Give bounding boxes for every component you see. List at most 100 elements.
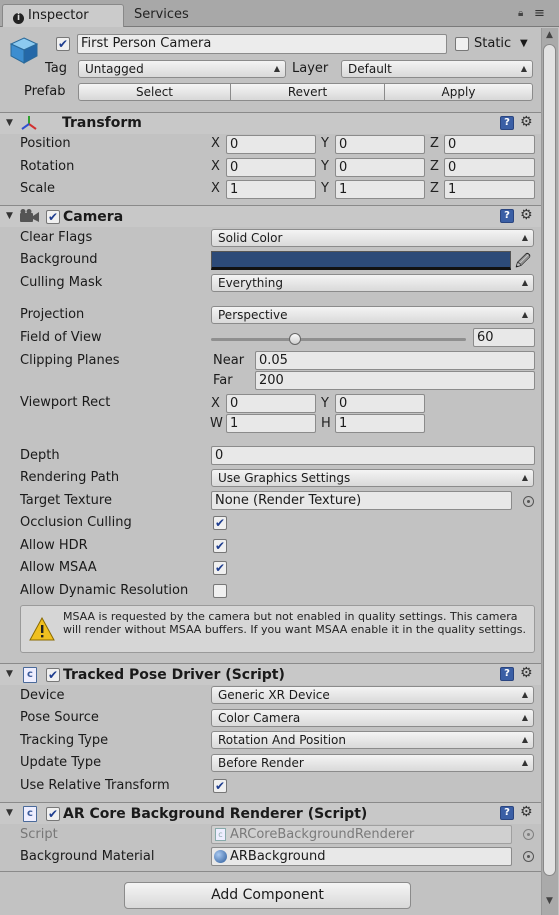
gear-icon[interactable]: ⚙ xyxy=(520,805,533,819)
scale-x-field[interactable]: 1 xyxy=(226,180,316,199)
update-type-label: Update Type xyxy=(20,755,102,770)
gear-icon[interactable]: ⚙ xyxy=(520,208,533,222)
far-label: Far xyxy=(213,373,233,388)
dropdown-arrow-icon: ▲ xyxy=(273,64,280,73)
camera-title: Camera xyxy=(63,209,124,225)
gear-icon[interactable]: ⚙ xyxy=(520,666,533,680)
script-field: ARCoreBackgroundRenderer xyxy=(211,825,512,844)
background-label: Background xyxy=(20,252,98,267)
fold-arrow-icon[interactable]: ▼ xyxy=(6,808,13,818)
gear-icon[interactable]: ⚙ xyxy=(520,115,533,129)
occlusion-culling-label: Occlusion Culling xyxy=(20,515,132,530)
dropdown-arrow-icon: ▲ xyxy=(521,690,528,699)
arcore-enabled-checkbox[interactable]: ✔ xyxy=(46,807,60,821)
allow-msaa-label: Allow MSAA xyxy=(20,560,97,575)
allow-dynamic-resolution-checkbox[interactable] xyxy=(213,584,227,598)
active-checkbox[interactable]: ✔ xyxy=(56,37,70,51)
lock-icon[interactable]: 🔒︎ xyxy=(518,8,523,19)
allow-hdr-checkbox[interactable]: ✔ xyxy=(213,539,227,553)
culling-mask-dropdown[interactable]: Everything ▲ xyxy=(211,274,534,292)
x-axis-label: X xyxy=(211,181,220,196)
far-field[interactable]: 200 xyxy=(255,371,535,390)
use-relative-transform-checkbox[interactable]: ✔ xyxy=(213,779,227,793)
layer-dropdown[interactable]: Default ▲ xyxy=(341,60,533,78)
pose-source-value: Color Camera xyxy=(218,711,301,725)
menu-icon[interactable]: ≡ xyxy=(534,6,545,21)
tracked-pose-enabled-checkbox[interactable]: ✔ xyxy=(46,668,60,682)
use-relative-transform-label: Use Relative Transform xyxy=(20,778,170,793)
viewport-x-label: X xyxy=(211,396,220,411)
rendering-path-dropdown[interactable]: Use Graphics Settings ▲ xyxy=(211,469,534,487)
dropdown-arrow-icon: ▲ xyxy=(521,310,528,319)
tag-dropdown[interactable]: Untagged ▲ xyxy=(78,60,286,78)
object-picker-icon xyxy=(523,829,534,840)
position-z-field[interactable]: 0 xyxy=(444,135,535,154)
transform-title: Transform xyxy=(62,115,142,131)
tab-services[interactable]: Services xyxy=(134,4,189,27)
allow-msaa-checkbox[interactable]: ✔ xyxy=(213,561,227,575)
tab-inspector[interactable]: i Inspector xyxy=(2,4,124,27)
pose-source-label: Pose Source xyxy=(20,710,99,725)
clear-flags-label: Clear Flags xyxy=(20,230,93,245)
help-icon[interactable]: ? xyxy=(500,116,514,130)
viewport-y-field[interactable]: 0 xyxy=(335,394,425,413)
clear-flags-dropdown[interactable]: Solid Color ▲ xyxy=(211,229,534,247)
viewport-h-label: H xyxy=(321,416,331,431)
background-material-field[interactable]: ARBackground xyxy=(211,847,512,866)
static-dropdown-icon[interactable]: ▼ xyxy=(520,38,528,49)
help-icon[interactable]: ? xyxy=(500,806,514,820)
device-dropdown[interactable]: Generic XR Device ▲ xyxy=(211,686,534,704)
dropdown-arrow-icon: ▲ xyxy=(521,713,528,722)
tracking-type-dropdown[interactable]: Rotation And Position ▲ xyxy=(211,731,534,749)
add-component-button[interactable]: Add Component xyxy=(124,882,411,909)
static-checkbox[interactable] xyxy=(455,37,469,51)
update-type-value: Before Render xyxy=(218,756,304,770)
object-picker-icon[interactable] xyxy=(523,851,534,862)
prefab-select-button[interactable]: Select xyxy=(78,83,231,101)
fov-field[interactable]: 60 xyxy=(473,328,535,347)
y-axis-label: Y xyxy=(321,136,329,151)
scale-z-field[interactable]: 1 xyxy=(444,180,535,199)
scroll-up-icon[interactable]: ▲ xyxy=(543,30,556,42)
fold-arrow-icon[interactable]: ▼ xyxy=(6,669,13,679)
rotation-z-field[interactable]: 0 xyxy=(444,158,535,177)
near-field[interactable]: 0.05 xyxy=(255,351,535,370)
depth-field[interactable]: 0 xyxy=(211,446,535,465)
rotation-x-field[interactable]: 0 xyxy=(226,158,316,177)
prefab-revert-button[interactable]: Revert xyxy=(230,83,385,101)
static-label: Static xyxy=(474,36,512,51)
viewport-w-field[interactable]: 1 xyxy=(226,414,316,433)
object-name-field[interactable]: First Person Camera xyxy=(77,34,447,54)
viewport-h-field[interactable]: 1 xyxy=(335,414,425,433)
target-texture-field[interactable]: None (Render Texture) xyxy=(211,491,512,510)
occlusion-culling-checkbox[interactable]: ✔ xyxy=(213,516,227,530)
fov-slider-knob[interactable] xyxy=(289,333,302,345)
object-picker-icon[interactable] xyxy=(523,496,534,507)
prefab-label: Prefab xyxy=(24,84,66,99)
pose-source-dropdown[interactable]: Color Camera ▲ xyxy=(211,709,534,727)
camera-enabled-checkbox[interactable]: ✔ xyxy=(46,210,60,224)
divider xyxy=(0,871,541,872)
projection-dropdown[interactable]: Perspective ▲ xyxy=(211,306,534,324)
rotation-y-field[interactable]: 0 xyxy=(335,158,425,177)
scrollbar-thumb[interactable] xyxy=(543,44,556,876)
scroll-down-icon[interactable]: ▼ xyxy=(543,896,556,908)
eyedropper-icon[interactable]: 🖉︎ xyxy=(515,251,531,276)
fov-slider-track[interactable] xyxy=(211,338,466,341)
fov-label: Field of View xyxy=(20,330,102,345)
prefab-apply-button[interactable]: Apply xyxy=(384,83,533,101)
viewport-x-field[interactable]: 0 xyxy=(226,394,316,413)
fold-arrow-icon[interactable]: ▼ xyxy=(6,211,13,221)
culling-mask-label: Culling Mask xyxy=(20,275,103,290)
position-x-field[interactable]: 0 xyxy=(226,135,316,154)
scale-y-field[interactable]: 1 xyxy=(335,180,425,199)
dropdown-arrow-icon: ▲ xyxy=(521,735,528,744)
fold-arrow-icon[interactable]: ▼ xyxy=(6,118,13,128)
z-axis-label: Z xyxy=(430,181,439,196)
help-icon[interactable]: ? xyxy=(500,667,514,681)
help-icon[interactable]: ? xyxy=(500,209,514,223)
update-type-dropdown[interactable]: Before Render ▲ xyxy=(211,754,534,772)
background-color-swatch[interactable] xyxy=(211,251,511,270)
position-y-field[interactable]: 0 xyxy=(335,135,425,154)
tracked-pose-title: Tracked Pose Driver (Script) xyxy=(63,667,285,683)
